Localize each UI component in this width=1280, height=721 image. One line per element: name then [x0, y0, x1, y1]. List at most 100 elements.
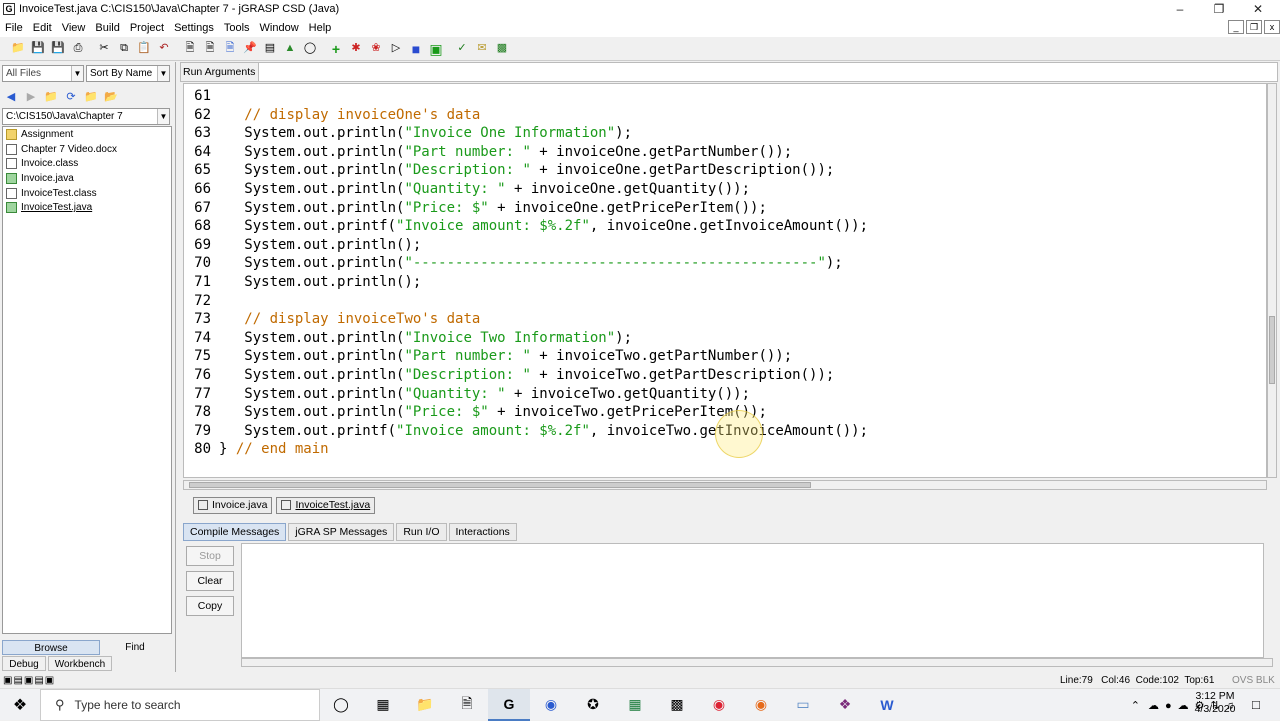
- clear-button[interactable]: Clear: [186, 571, 234, 591]
- cortana-icon[interactable]: ◯: [320, 689, 362, 721]
- tab-debug[interactable]: Debug: [2, 656, 46, 671]
- chrome-icon[interactable]: ◉: [698, 689, 740, 721]
- menu-bar: File Edit View Build Project Settings Tools Win…: [0, 18, 1280, 37]
- open-folder-icon[interactable]: 📁: [10, 41, 26, 57]
- scroll-thumb[interactable]: [1269, 316, 1275, 384]
- new-file-icon[interactable]: 🗎: [182, 41, 198, 57]
- scroll-thumb[interactable]: [189, 482, 811, 488]
- notes-icon[interactable]: ▭: [782, 689, 824, 721]
- tab-workbench[interactable]: Workbench: [48, 656, 112, 671]
- doc-file-icon: [6, 158, 17, 170]
- menu-tools[interactable]: Tools: [219, 22, 255, 34]
- editor-horizontal-scrollbar[interactable]: [183, 480, 1267, 490]
- save-all-icon[interactable]: 💾: [50, 41, 66, 57]
- file-list-item[interactable]: InvoiceTest.class: [3, 186, 171, 201]
- task-view-icon[interactable]: ▦: [362, 689, 404, 721]
- tab-find[interactable]: Find: [100, 640, 170, 655]
- sort-select[interactable]: Sort By Name ▼: [86, 65, 170, 82]
- file-list-item[interactable]: InvoiceTest.java: [3, 200, 171, 215]
- clock-date: 4/3/2020: [1194, 703, 1236, 715]
- copy-icon[interactable]: ⧉: [116, 41, 132, 57]
- file-list-item[interactable]: Chapter 7 Video.docx: [3, 142, 171, 157]
- tab-compile-messages[interactable]: Compile Messages: [183, 522, 287, 541]
- notification-icon[interactable]: □: [1252, 697, 1260, 712]
- run-icon[interactable]: ✱: [348, 41, 364, 57]
- structure-icon[interactable]: ▲: [282, 41, 298, 57]
- save-icon[interactable]: 💾: [30, 41, 46, 57]
- file-explorer-icon[interactable]: 📁: [404, 689, 446, 721]
- refresh-icon[interactable]: ⟳: [62, 88, 80, 104]
- terminal-icon[interactable]: ▩: [656, 689, 698, 721]
- undo-icon[interactable]: ↶: [156, 41, 172, 57]
- envelope-icon[interactable]: ✉: [474, 41, 490, 57]
- workbench-icon[interactable]: ▩: [494, 41, 510, 57]
- tab-browse[interactable]: Browse: [2, 640, 100, 655]
- jgrasp-taskbar-icon[interactable]: G: [488, 688, 530, 721]
- mdi-minimize-icon[interactable]: _: [1228, 20, 1244, 34]
- menu-help[interactable]: Help: [304, 22, 337, 34]
- menu-view[interactable]: View: [57, 22, 91, 34]
- message-output-area[interactable]: [241, 543, 1273, 658]
- code-line: 61: [184, 87, 211, 106]
- new-file2-icon[interactable]: 🗎: [202, 41, 218, 57]
- print-icon[interactable]: ⎙: [70, 41, 86, 57]
- tab-run-io[interactable]: Run I/O: [396, 522, 447, 541]
- file-list-item[interactable]: Invoice.java: [3, 171, 171, 186]
- cut-icon[interactable]: ✂: [96, 41, 112, 57]
- document-icon[interactable]: 🗎: [446, 689, 488, 721]
- folder-icon[interactable]: 📁: [82, 88, 100, 104]
- up-folder-icon[interactable]: 📁: [42, 88, 60, 104]
- file-list-item[interactable]: Assignment: [3, 127, 171, 142]
- step-icon[interactable]: ▷: [388, 41, 404, 57]
- tab-invoicetest-java[interactable]: InvoiceTest.java: [276, 496, 376, 514]
- mdi-restore-icon[interactable]: ❐: [1246, 20, 1262, 34]
- tab-interactions[interactable]: Interactions: [448, 522, 517, 541]
- menu-build[interactable]: Build: [90, 22, 124, 34]
- tab-jgrasp-messages[interactable]: jGRA SP Messages: [288, 522, 395, 541]
- menu-settings[interactable]: Settings: [169, 22, 219, 34]
- maximize-icon[interactable]: ❐: [1199, 0, 1239, 18]
- folder-menu-icon[interactable]: 📂: [102, 88, 120, 104]
- path-value: C:\CIS150\Java\Chapter 7: [6, 111, 123, 122]
- menu-file[interactable]: File: [0, 22, 28, 34]
- back-arrow-icon[interactable]: ◀: [2, 88, 20, 104]
- close-icon[interactable]: ✕: [1238, 0, 1278, 18]
- file-filter-select[interactable]: All Files ▼: [2, 65, 84, 82]
- tray-chevron-icon[interactable]: ⌃: [1131, 699, 1140, 712]
- new-file3-icon[interactable]: 🗎: [222, 41, 238, 57]
- stop-button[interactable]: Stop: [186, 546, 234, 566]
- windows-start-icon[interactable]: ❖: [0, 689, 40, 721]
- green-panel-icon[interactable]: ▣: [428, 41, 444, 57]
- shield-icon[interactable]: ◯: [302, 41, 318, 57]
- file-list-item[interactable]: Invoice.class: [3, 156, 171, 171]
- message-vertical-scrollbar[interactable]: [1263, 543, 1273, 658]
- media-icon[interactable]: ◉: [530, 689, 572, 721]
- debug-icon[interactable]: ❀: [368, 41, 384, 57]
- copy-button[interactable]: Copy: [186, 596, 234, 616]
- slack-icon[interactable]: ❖: [824, 689, 866, 721]
- forward-arrow-icon[interactable]: ▶: [22, 88, 40, 104]
- snipping-icon[interactable]: ✪: [572, 689, 614, 721]
- taskbar-search-box[interactable]: ⚲ Type here to search: [40, 688, 320, 721]
- pin-icon[interactable]: 📌: [242, 41, 258, 57]
- word-icon[interactable]: W: [866, 689, 908, 721]
- minimize-icon[interactable]: –: [1160, 0, 1200, 18]
- taskbar-clock[interactable]: 3:12 PM 4/3/2020: [1185, 690, 1245, 716]
- check-icon[interactable]: ✓: [454, 41, 470, 57]
- csd-icon[interactable]: ▤: [262, 41, 278, 57]
- message-horizontal-scrollbar[interactable]: [241, 658, 1273, 667]
- tab-invoice-java[interactable]: Invoice.java: [193, 496, 273, 514]
- code-line: 63 System.out.println("Invoice One Infor…: [184, 124, 632, 143]
- paste-icon[interactable]: 📋: [136, 41, 152, 57]
- firefox-icon[interactable]: ◉: [740, 689, 782, 721]
- editor-vertical-scrollbar[interactable]: [1267, 83, 1277, 478]
- compile-icon[interactable]: +: [328, 41, 344, 57]
- path-select[interactable]: C:\CIS150\Java\Chapter 7 ▼: [2, 108, 170, 125]
- menu-window[interactable]: Window: [255, 22, 304, 34]
- menu-project[interactable]: Project: [125, 22, 169, 34]
- menu-edit[interactable]: Edit: [28, 22, 57, 34]
- run-arguments-input[interactable]: [259, 63, 1277, 81]
- mdi-close-icon[interactable]: x: [1264, 20, 1280, 34]
- excel-icon[interactable]: ▦: [614, 689, 656, 721]
- square-blue-icon[interactable]: ■: [408, 41, 424, 57]
